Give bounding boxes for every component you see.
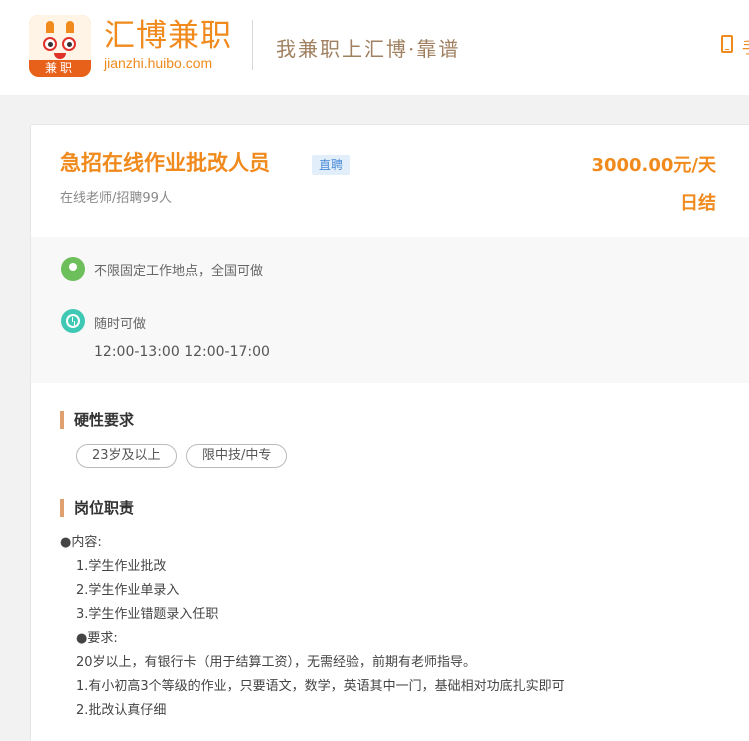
salary: 3000.00元/天 <box>591 155 716 176</box>
settlement-type: 日结 <box>680 193 716 214</box>
job-info-box: 不限固定工作地点，全国可做 随时可做 12:00-13:00 12:00-17:… <box>31 237 749 383</box>
brand-domain: jianzhi.huibo.com <box>104 55 213 71</box>
phone-link[interactable]: 手 <box>742 34 749 58</box>
duty-line: 1.学生作业批改 <box>76 559 167 574</box>
duty-line: ●要求: <box>76 631 118 646</box>
duty-line: 3.学生作业错题录入任职 <box>76 607 219 622</box>
slogan: 我兼职上汇博·靠谱 <box>276 37 461 61</box>
duty-line: 1.有小初高3个等级的作业，只要语文，数学，英语其中一门，基础相对功底扎实即可 <box>76 679 565 694</box>
requirement-chip-age: 23岁及以上 <box>76 444 177 468</box>
work-time-slots: 12:00-13:00 12:00-17:00 <box>94 344 270 360</box>
duty-line: ●内容: <box>60 535 102 550</box>
job-location: 不限固定工作地点，全国可做 <box>94 264 264 279</box>
requirements-title: 硬性要求 <box>60 411 134 429</box>
location-pin-icon <box>61 257 85 281</box>
brand-name[interactable]: 汇博兼职 <box>104 16 232 56</box>
clock-icon <box>61 309 85 333</box>
duties-title: 岗位职责 <box>60 499 134 517</box>
work-time-label: 随时可做 <box>94 317 147 332</box>
header-divider <box>252 20 253 70</box>
direct-hire-badge: 直聘 <box>312 155 351 175</box>
duty-line: 2.批改认真仔细 <box>76 703 167 718</box>
job-subtitle: 在线老师/招聘99人 <box>60 191 172 206</box>
duty-line: 2.学生作业单录入 <box>76 583 180 598</box>
duty-line: 20岁以上，有银行卡（用于结算工资），无需经验，前期有老师指导。 <box>76 655 477 670</box>
giraffe-logo-icon[interactable]: 兼职 <box>29 15 91 77</box>
requirement-chip-education: 限中技/中专 <box>186 444 288 468</box>
job-title: 急招在线作业批改人员 <box>60 151 270 175</box>
job-detail-card: 急招在线作业批改人员 直聘 在线老师/招聘99人 3000.00元/天 日结 不… <box>30 124 749 741</box>
logo-tag: 兼职 <box>29 60 91 77</box>
site-header: 兼职 汇博兼职 jianzhi.huibo.com 我兼职上汇博·靠谱 手 <box>0 0 749 95</box>
duties-list: ●内容: 1.学生作业批改 2.学生作业单录入 3.学生作业错题录入任职 ●要求… <box>60 531 565 723</box>
phone-icon[interactable] <box>721 35 733 53</box>
